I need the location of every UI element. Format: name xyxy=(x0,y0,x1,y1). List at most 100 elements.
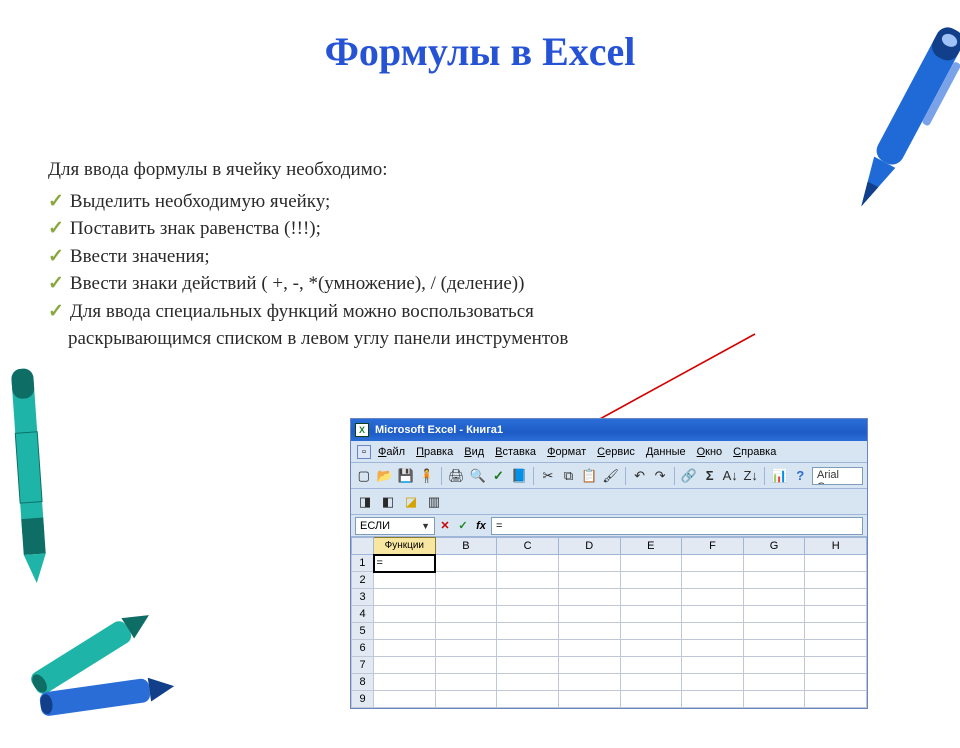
cell[interactable] xyxy=(743,674,805,691)
name-box-dropdown-icon[interactable]: ▼ xyxy=(421,521,430,531)
autoshape-icon[interactable]: ◨ xyxy=(355,492,375,512)
cell[interactable] xyxy=(620,572,682,589)
cell[interactable] xyxy=(374,640,436,657)
font-name-combobox[interactable]: Arial Cyr xyxy=(812,467,863,485)
cell[interactable] xyxy=(435,623,497,640)
column-header[interactable]: H xyxy=(805,538,867,555)
border-icon[interactable]: ▥ xyxy=(424,492,444,512)
redo-icon[interactable]: ↷ xyxy=(651,466,669,486)
cell[interactable] xyxy=(805,606,867,623)
permissions-icon[interactable]: 🧍 xyxy=(418,466,436,486)
cell[interactable] xyxy=(805,555,867,572)
cell[interactable] xyxy=(497,674,559,691)
cell[interactable] xyxy=(805,657,867,674)
cell[interactable] xyxy=(435,640,497,657)
cell[interactable] xyxy=(743,691,805,708)
cell[interactable] xyxy=(805,589,867,606)
cell[interactable] xyxy=(682,555,744,572)
menu-help[interactable]: Справка xyxy=(733,446,776,458)
cell[interactable] xyxy=(435,657,497,674)
cell[interactable] xyxy=(558,606,620,623)
cell[interactable] xyxy=(743,640,805,657)
paste-icon[interactable]: 📋 xyxy=(580,466,598,486)
cell[interactable] xyxy=(558,674,620,691)
cell[interactable] xyxy=(435,674,497,691)
cell[interactable] xyxy=(497,572,559,589)
column-header[interactable]: G xyxy=(743,538,805,555)
research-icon[interactable]: 📘 xyxy=(510,466,528,486)
row-header[interactable]: 6 xyxy=(352,640,374,657)
cell[interactable] xyxy=(743,555,805,572)
fill-icon[interactable]: ◪ xyxy=(401,492,421,512)
name-box[interactable]: ЕСЛИ ▼ xyxy=(355,517,435,535)
cell[interactable] xyxy=(497,691,559,708)
format-painter-icon[interactable]: 🖌 xyxy=(601,466,620,486)
cell[interactable] xyxy=(497,606,559,623)
cell[interactable] xyxy=(558,640,620,657)
print-preview-icon[interactable]: 🔍 xyxy=(468,466,486,486)
row-header[interactable]: 4 xyxy=(352,606,374,623)
cell[interactable] xyxy=(620,640,682,657)
cell[interactable] xyxy=(805,623,867,640)
hyperlink-icon[interactable]: 🔗 xyxy=(680,466,698,486)
cell[interactable] xyxy=(805,691,867,708)
column-header[interactable]: E xyxy=(620,538,682,555)
menu-edit[interactable]: Правка xyxy=(416,446,453,458)
cell[interactable] xyxy=(374,589,436,606)
menu-view[interactable]: Вид xyxy=(464,446,484,458)
chart-wizard-icon[interactable]: 📊 xyxy=(770,466,788,486)
sort-desc-icon[interactable]: Z↓ xyxy=(742,466,760,486)
cell[interactable] xyxy=(743,589,805,606)
cell[interactable] xyxy=(435,606,497,623)
menu-format[interactable]: Формат xyxy=(547,446,586,458)
menu-window[interactable]: Окно xyxy=(697,446,723,458)
select-all-cell[interactable] xyxy=(352,538,374,555)
cell[interactable] xyxy=(374,657,436,674)
cell[interactable] xyxy=(682,623,744,640)
worksheet-grid[interactable]: Функции B C D E F G H 1 = 2 3 4 5 6 7 8 … xyxy=(351,537,867,708)
cell[interactable] xyxy=(558,623,620,640)
menu-file[interactable]: Файл xyxy=(378,446,405,458)
row-header[interactable]: 2 xyxy=(352,572,374,589)
row-header[interactable]: 9 xyxy=(352,691,374,708)
formula-input[interactable]: = xyxy=(491,517,863,535)
cell[interactable] xyxy=(497,657,559,674)
cell[interactable] xyxy=(682,657,744,674)
column-header[interactable]: B xyxy=(435,538,497,555)
cell[interactable] xyxy=(558,589,620,606)
cell[interactable] xyxy=(374,691,436,708)
help-icon[interactable]: ? xyxy=(791,466,809,486)
document-icon[interactable]: ▫ xyxy=(357,445,371,459)
cell[interactable] xyxy=(620,589,682,606)
insert-function-icon[interactable]: fx xyxy=(473,520,489,532)
menu-insert[interactable]: Вставка xyxy=(495,446,536,458)
sort-asc-icon[interactable]: A↓ xyxy=(721,466,739,486)
cell[interactable] xyxy=(805,674,867,691)
cell[interactable] xyxy=(805,640,867,657)
cell[interactable] xyxy=(497,589,559,606)
cancel-formula-icon[interactable]: ✕ xyxy=(437,519,453,532)
cell[interactable] xyxy=(620,657,682,674)
cell[interactable] xyxy=(743,606,805,623)
cell[interactable] xyxy=(682,606,744,623)
cell[interactable] xyxy=(374,674,436,691)
cut-icon[interactable]: ✂ xyxy=(539,466,557,486)
menu-tools[interactable]: Сервис xyxy=(597,446,635,458)
save-icon[interactable]: 💾 xyxy=(397,466,415,486)
cell[interactable] xyxy=(558,691,620,708)
cell[interactable] xyxy=(497,640,559,657)
column-header[interactable]: D xyxy=(558,538,620,555)
cell[interactable] xyxy=(497,555,559,572)
cell[interactable] xyxy=(805,572,867,589)
copy-icon[interactable]: ⧉ xyxy=(560,466,578,486)
print-icon[interactable]: 🖨 xyxy=(447,466,466,486)
row-header[interactable]: 8 xyxy=(352,674,374,691)
cell[interactable] xyxy=(620,606,682,623)
row-header[interactable]: 1 xyxy=(352,555,374,572)
row-header[interactable]: 3 xyxy=(352,589,374,606)
menu-data[interactable]: Данные xyxy=(646,446,686,458)
spellcheck-icon[interactable]: ✓ xyxy=(490,466,508,486)
cell[interactable] xyxy=(558,657,620,674)
enter-formula-icon[interactable]: ✓ xyxy=(455,519,471,532)
active-cell[interactable]: = xyxy=(374,555,436,572)
